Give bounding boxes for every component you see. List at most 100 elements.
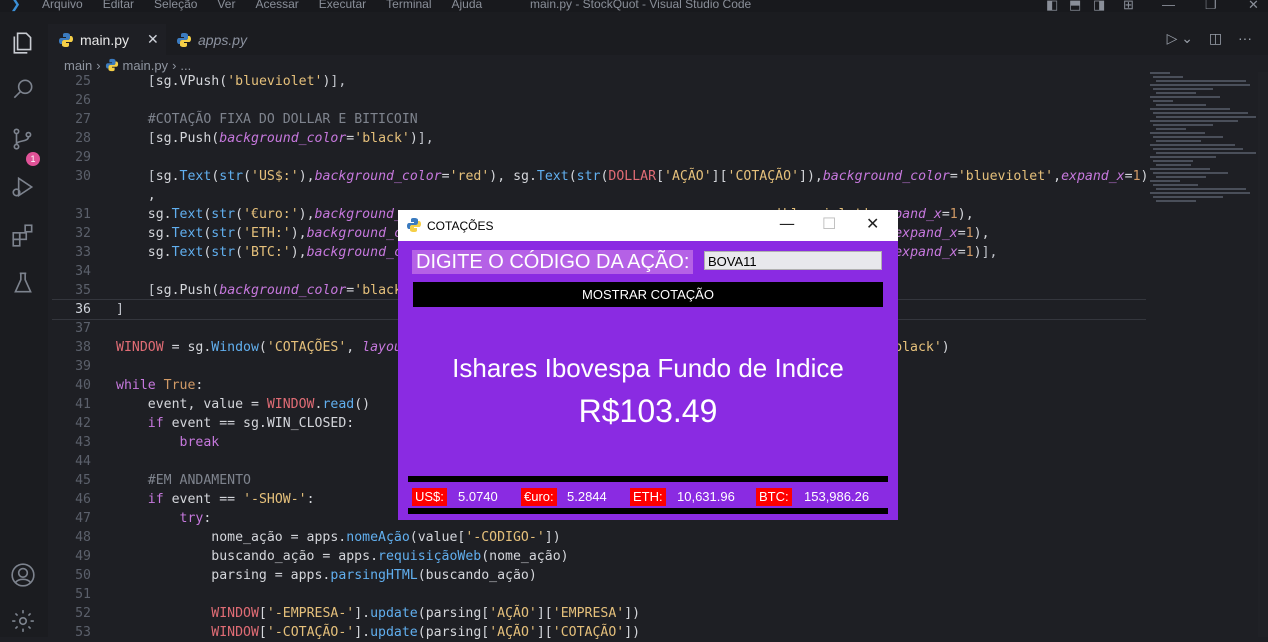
panel-toggle-icon[interactable]: ⬒ [1069, 0, 1081, 12]
line-number: 36 [75, 302, 91, 317]
account-icon[interactable] [10, 562, 38, 590]
extensions-icon[interactable] [10, 222, 38, 250]
code-line[interactable]: 29 [48, 148, 1146, 167]
sidebar-toggle-icon[interactable]: ◨ [1093, 0, 1105, 12]
show-quote-button[interactable]: MOSTRAR COTAÇÃO [413, 282, 883, 307]
code-text: ] [116, 302, 124, 317]
window-title: main.py - StockQuot - Visual Studio Code [530, 0, 752, 11]
code-line[interactable]: 52 WINDOW['-EMPRESA-'].update(parsing['A… [48, 604, 1146, 623]
source-control-icon[interactable] [10, 126, 38, 154]
tab-label: main.py [80, 31, 130, 48]
popup-minimize-icon[interactable]: — [779, 214, 795, 233]
line-number: 32 [75, 226, 91, 241]
tab-main-py[interactable]: main.py ✕ [48, 24, 166, 55]
code-line[interactable]: 28 [sg.Push(background_color='black')], [48, 129, 1146, 148]
stock-code-label: DIGITE O CÓDIGO DA AÇÃO: [412, 250, 694, 274]
menu-item-executar[interactable]: Executar [319, 0, 366, 11]
minimap-line [1150, 72, 1170, 74]
eth-label: ETH: [630, 488, 666, 506]
line-number: 25 [75, 74, 91, 89]
code-line[interactable]: , [48, 186, 1146, 205]
line-number: 35 [75, 283, 91, 298]
code-line[interactable]: 51 [48, 585, 1146, 604]
menu-item-ver[interactable]: Ver [217, 0, 235, 11]
code-text: parsing = apps.parsingHTML(buscando_ação… [116, 568, 537, 583]
run-file-icon[interactable]: ▷ [1167, 30, 1178, 46]
eth-value: 10,631.96 [677, 489, 735, 504]
menu-item-arquivo[interactable]: Arquivo [42, 0, 83, 11]
line-number: 29 [75, 150, 91, 165]
close-icon[interactable]: ✕ [147, 31, 159, 48]
minimap-line [1153, 148, 1243, 150]
close-window-icon[interactable]: ✕ [1248, 0, 1259, 12]
line-number: 39 [75, 359, 91, 374]
minimap-line [1150, 180, 1180, 182]
activity-bar: 1 [0, 12, 48, 637]
breadcrumb-folder[interactable]: main [64, 58, 92, 73]
code-text: WINDOW['-COTAÇÃO-'].update(parsing['AÇÃO… [211, 625, 641, 640]
minimap-line [1156, 176, 1206, 178]
line-number: 37 [75, 321, 91, 336]
run-debug-icon[interactable] [10, 174, 38, 202]
minimap-line [1156, 164, 1191, 166]
menu-item-ajuda[interactable]: Ajuda [452, 0, 483, 11]
search-icon[interactable] [10, 76, 38, 104]
divider-top [408, 476, 888, 482]
code-text: #COTAÇÃO FIXA DO DOLLAR E BITICOIN [147, 112, 418, 127]
minimap-line [1150, 96, 1220, 98]
explorer-icon[interactable] [10, 30, 38, 58]
more-actions-icon[interactable]: ··· [1238, 30, 1252, 46]
code-line[interactable]: 49 buscando_ação = apps.requisiçãoWeb(no… [48, 547, 1146, 566]
code-line[interactable]: 50 parsing = apps.parsingHTML(buscando_a… [48, 566, 1146, 585]
code-text: break [179, 435, 220, 450]
minimap-line [1153, 160, 1193, 162]
menu-item-editar[interactable]: Editar [103, 0, 134, 11]
code-line[interactable]: 27 #COTAÇÃO FIXA DO DOLLAR E BITICOIN [48, 110, 1146, 129]
minimap-line [1156, 80, 1246, 82]
code-line[interactable]: 25 [sg.VPush('blueviolet')], [48, 72, 1146, 91]
company-name: Ishares Ibovespa Fundo de Indice [452, 353, 844, 383]
code-text: [sg.Push(background_color='black' [147, 283, 410, 298]
menu-item-selecao[interactable]: Seleção [154, 0, 197, 11]
line-number: 46 [75, 492, 91, 507]
minimap-line [1156, 188, 1246, 190]
restore-icon[interactable]: ❐ [1205, 0, 1217, 12]
minimize-icon[interactable]: — [1162, 0, 1175, 12]
testing-icon[interactable] [10, 270, 38, 298]
minimap[interactable] [1150, 72, 1256, 212]
tab-apps-py[interactable]: apps.py [166, 24, 286, 55]
settings-gear-icon[interactable] [10, 608, 38, 636]
breadcrumb-more[interactable]: ... [180, 58, 191, 73]
editor-tabs: main.py ✕ apps.py ▷ ⌄ ◫ ··· [48, 12, 1268, 55]
minimap-line [1153, 100, 1173, 102]
code-text: [sg.Text(str('US$:'),background_color='r… [147, 169, 1149, 184]
chevron-down-icon[interactable]: ⌄ [1181, 30, 1193, 46]
chevron-right-icon: › [172, 57, 177, 73]
vertical-scrollbar[interactable] [1258, 72, 1268, 637]
editor-actions: ▷ ⌄ ◫ ··· [1167, 30, 1252, 47]
code-line[interactable]: 53 WINDOW['-COTAÇÃO-'].update(parsing['A… [48, 623, 1146, 642]
chevron-right-icon: › [96, 57, 101, 73]
btc-label: BTC: [756, 488, 792, 506]
code-text: [sg.VPush('blueviolet')], [147, 74, 347, 89]
split-editor-icon[interactable]: ◫ [1209, 30, 1222, 46]
code-line[interactable]: 48 nome_ação = apps.nomeAção(value['-COD… [48, 528, 1146, 547]
eur-value: 5.2844 [567, 489, 607, 504]
minimap-line [1150, 84, 1250, 86]
code-line[interactable]: 30 [sg.Text(str('US$:'),background_color… [48, 167, 1149, 186]
stock-code-input[interactable]: BOVA11 [704, 251, 882, 270]
breadcrumb-file[interactable]: main.py [123, 58, 169, 73]
menu-item-terminal[interactable]: Terminal [386, 0, 431, 11]
popup-close-icon[interactable]: ✕ [866, 214, 879, 233]
minimap-line [1150, 192, 1250, 194]
code-line[interactable]: 26 [48, 91, 1146, 110]
minimap-line [1153, 112, 1248, 114]
menu-item-acessar[interactable]: Acessar [255, 0, 298, 11]
code-text: , [116, 188, 156, 203]
minimap-line [1150, 108, 1230, 110]
popup-maximize-icon[interactable]: ☐ [822, 214, 836, 233]
layout-toggle-icon[interactable]: ◧ [1046, 0, 1058, 12]
customize-layout-icon[interactable]: ⊞ [1123, 0, 1134, 12]
btc-value: 153,986.26 [804, 489, 870, 504]
title-bar: ❯ Arquivo Editar Seleção Ver Acessar Exe… [0, 0, 1268, 12]
